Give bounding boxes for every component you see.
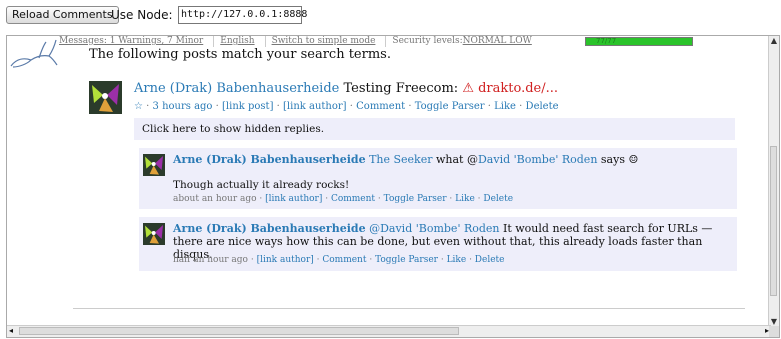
post-title: Testing Freecom: [343,81,459,96]
link-author-action[interactable]: [link author] [257,255,314,265]
comment-action[interactable]: Comment [322,255,366,265]
delete-action[interactable]: Delete [483,194,513,204]
security-label: Security levels: [392,36,463,46]
search-intro: The following posts match your search te… [89,47,391,62]
post-time[interactable]: 3 hours ago [153,101,213,112]
horizontal-scrollbar[interactable]: ◂ ▸ [7,325,771,337]
scroll-thumb[interactable] [770,146,777,296]
security-levels-link[interactable]: NORMAL LOW [463,36,532,46]
reply: Arne (Drak) Babenhauserheide @David 'Bom… [139,217,737,271]
reply-header: Arne (Drak) Babenhauserheide The Seeker … [173,153,638,166]
reply-author[interactable]: Arne (Drak) Babenhauserheide [173,222,366,235]
messages-link[interactable]: Messages: 1 Warnings, 7 Minor [59,36,203,46]
reply-author[interactable]: Arne (Drak) Babenhauserheide [173,153,366,166]
delete-action[interactable]: Delete [475,255,505,265]
like-action[interactable]: Like [455,194,475,204]
reply: Arne (Drak) Babenhauserheide The Seeker … [139,148,737,209]
link-author-action[interactable]: [link author] [283,101,347,112]
scroll-left-icon[interactable]: ◂ [9,326,13,335]
reply-time[interactable]: half an hour ago [173,255,248,265]
avatar[interactable] [143,154,165,176]
link-post-action[interactable]: [link post] [222,101,273,112]
toolbar: Reload Comments Use Node: http://127.0.0… [0,0,781,30]
scroll-thumb[interactable] [19,327,459,335]
reply-text-end: says ☺ [600,153,639,166]
reply-to[interactable]: The Seeker [369,153,432,166]
comment-action[interactable]: Comment [331,194,375,204]
reload-comments-button[interactable]: Reload Comments [6,6,119,24]
reply-mention[interactable]: David 'Bombe' Roden [478,153,597,166]
freenet-rabbit-logo [10,39,58,68]
avatar[interactable] [89,81,122,114]
toggle-parser-action[interactable]: Toggle Parser [415,101,485,112]
toggle-parser-action[interactable]: Toggle Parser [375,255,438,265]
reply-meta: half an hour ago · [link author] · Comme… [173,255,505,265]
star-icon[interactable]: ☆ [134,101,143,112]
progress-text: 77/77 [596,37,617,45]
scroll-up-icon[interactable]: ▲ [769,36,779,46]
post-author[interactable]: Arne (Drak) Babenhauserheide [134,81,339,96]
vertical-scrollbar[interactable]: ▲ ▼ [768,36,779,327]
post-link-warning[interactable]: ⚠ drakto.de/... [462,81,558,96]
delete-action[interactable]: Delete [526,101,559,112]
like-action[interactable]: Like [447,255,467,265]
reply-body: Though actually it already rocks! [173,179,350,191]
post-header: Arne (Drak) Babenhauserheide Testing Fre… [134,81,558,96]
language-link[interactable]: English [220,36,254,46]
toggle-parser-action[interactable]: Toggle Parser [384,194,447,204]
node-url-input[interactable]: http://127.0.0.1:8888 [178,6,307,24]
mode-switch-link[interactable]: Switch to simple mode [272,36,376,46]
like-action[interactable]: Like [494,101,516,112]
reply-mention[interactable]: @David 'Bombe' Roden [369,222,499,235]
reply-time[interactable]: about an hour ago [173,194,257,204]
node-label: Use Node: [111,8,173,22]
show-hidden-replies[interactable]: Click here to show hidden replies. [134,118,735,140]
post-meta: ☆ · 3 hours ago · [link post] · [link au… [134,101,559,112]
link-author-action[interactable]: [link author] [265,194,322,204]
avatar[interactable] [143,223,165,245]
comment-action[interactable]: Comment [356,101,405,112]
scroll-corner [769,326,779,337]
reply-meta: about an hour ago · [link author] · Comm… [173,194,514,204]
comments-frame: Messages: 1 Warnings, 7 Minor English Swit… [6,35,780,338]
progress-bar: 77/77 [585,37,693,46]
divider [73,308,745,309]
reply-text: what @ [436,153,478,166]
